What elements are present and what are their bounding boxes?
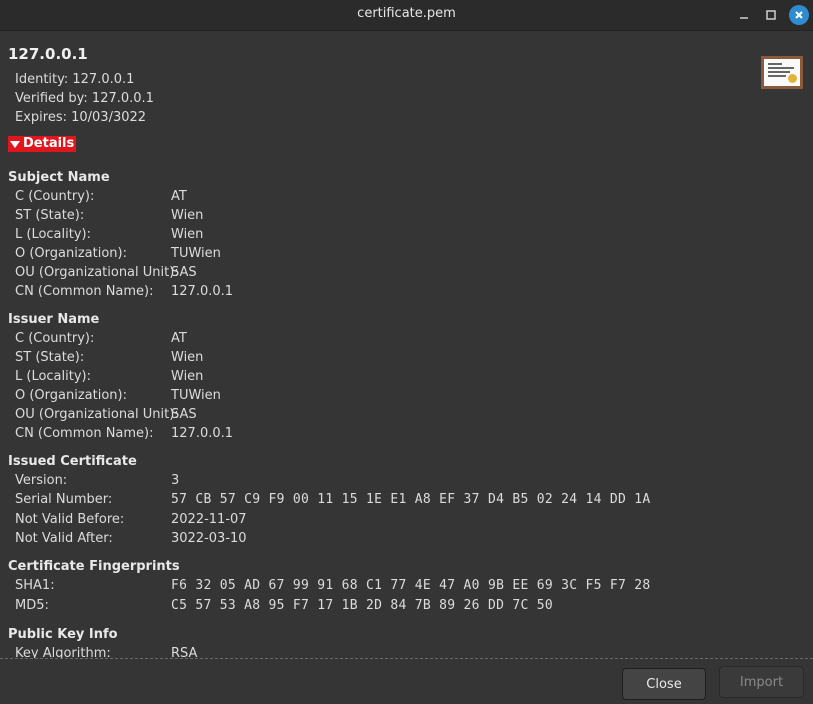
minimize-button[interactable] <box>734 5 754 25</box>
issued-row-label: Version: <box>15 473 68 488</box>
issuer-row-label: L (Locality): <box>15 369 91 384</box>
serial-number-value: 57 CB 57 C9 F9 00 11 15 1E E1 A8 EF 37 D… <box>171 492 651 507</box>
subject-row-label: OU (Organizational Unit): <box>15 265 179 280</box>
details-expander[interactable]: Details <box>8 136 77 152</box>
subject-row-label: CN (Common Name): <box>15 284 154 299</box>
issued-certificate-heading: Issued Certificate <box>8 454 137 469</box>
subject-row-label: L (Locality): <box>15 227 91 242</box>
issuer-row-value: SAS <box>171 407 197 422</box>
verified-by-text: Verified by: 127.0.0.1 <box>15 91 154 106</box>
fingerprints-heading: Certificate Fingerprints <box>8 559 180 574</box>
title-bar: certificate.pem <box>0 0 813 31</box>
public-key-row-value: RSA <box>171 646 198 658</box>
close-window-button[interactable] <box>789 5 809 25</box>
maximize-icon <box>766 10 776 20</box>
issuer-row-value: Wien <box>171 350 204 365</box>
details-label: Details <box>23 136 75 151</box>
fingerprint-row-label: SHA1: <box>15 578 55 593</box>
certificate-icon <box>761 56 803 89</box>
subject-row-label: C (Country): <box>15 189 95 204</box>
issued-row-value: 3022-03-10 <box>171 531 247 546</box>
import-button[interactable]: Import <box>719 666 804 698</box>
subject-name-heading: Subject Name <box>8 170 110 185</box>
issuer-row-label: OU (Organizational Unit): <box>15 407 179 422</box>
issuer-row-label: O (Organization): <box>15 388 127 403</box>
subject-row-value: Wien <box>171 208 204 223</box>
triangle-down-icon <box>10 141 20 148</box>
subject-row-value: TUWien <box>171 246 221 261</box>
close-icon <box>795 11 803 19</box>
issued-row-label: Not Valid Before: <box>15 512 125 527</box>
subject-row-value: AT <box>171 189 187 204</box>
certificate-viewer[interactable]: 127.0.0.1 Identity: 127.0.0.1 Verified b… <box>0 31 813 658</box>
certificate-title: 127.0.0.1 <box>8 45 88 63</box>
subject-row-value: 127.0.0.1 <box>171 284 234 299</box>
identity-text: Identity: 127.0.0.1 <box>15 72 135 87</box>
issued-row-value: 3 <box>171 473 180 488</box>
subject-row-label: O (Organization): <box>15 246 127 261</box>
issuer-row-label: ST (State): <box>15 350 85 365</box>
subject-row-value: SAS <box>171 265 197 280</box>
issued-row-label: Serial Number: <box>15 492 113 507</box>
minimize-icon <box>740 17 748 19</box>
issuer-row-label: CN (Common Name): <box>15 426 154 441</box>
issuer-row-value: TUWien <box>171 388 221 403</box>
close-button[interactable]: Close <box>622 668 706 700</box>
public-key-heading: Public Key Info <box>8 627 118 642</box>
sha1-value: F6 32 05 AD 67 99 91 68 C1 77 4E 47 A0 9… <box>171 578 651 593</box>
public-key-row-label: Key Algorithm: <box>15 646 111 658</box>
subject-row-label: ST (State): <box>15 208 85 223</box>
md5-value: C5 57 53 A8 95 F7 17 1B 2D 84 7B 89 26 D… <box>171 598 553 613</box>
issuer-row-value: 127.0.0.1 <box>171 426 234 441</box>
dialog-footer: Close Import <box>0 659 813 704</box>
issuer-row-label: C (Country): <box>15 331 95 346</box>
issuer-row-value: Wien <box>171 369 204 384</box>
window-title: certificate.pem <box>357 6 456 21</box>
issuer-row-value: AT <box>171 331 187 346</box>
issued-row-value: 2022-11-07 <box>171 512 247 527</box>
issued-row-label: Not Valid After: <box>15 531 113 546</box>
subject-row-value: Wien <box>171 227 204 242</box>
maximize-button[interactable] <box>761 5 781 25</box>
expires-text: Expires: 10/03/3022 <box>15 110 147 125</box>
fingerprint-row-label: MD5: <box>15 598 49 613</box>
issuer-name-heading: Issuer Name <box>8 312 100 327</box>
